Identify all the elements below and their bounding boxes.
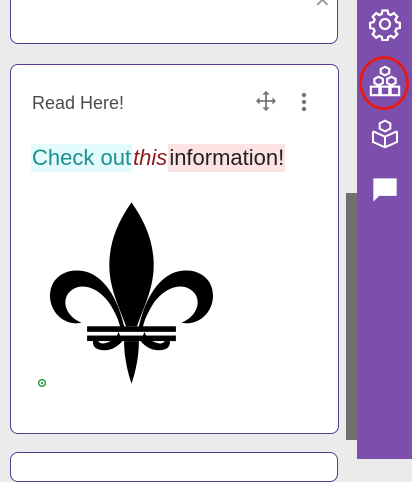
sidebar-item-settings[interactable]	[357, 0, 412, 48]
card-title: Read Here!	[32, 93, 125, 113]
workspace-canvas: ✕ Read Here! Check outthisinformation!	[0, 0, 357, 482]
text-highlight-cyan: Check out	[31, 144, 133, 172]
move-icon[interactable]	[255, 90, 277, 112]
card-previous[interactable]	[10, 0, 338, 44]
close-icon[interactable]: ✕	[314, 0, 331, 11]
refresh-icon[interactable]	[33, 378, 51, 388]
text-italic: this	[133, 145, 168, 170]
scrollbar[interactable]	[346, 193, 357, 440]
rich-text: Check outthisinformation!	[31, 144, 286, 172]
gear-icon	[368, 9, 401, 41]
fleur-de-lis-image	[49, 202, 214, 384]
content-card[interactable]: Read Here! Check outthisinformation!	[10, 64, 339, 434]
more-options-icon[interactable]	[297, 92, 311, 112]
sidebar-item-comments[interactable]	[357, 166, 412, 214]
sidebar-item-package[interactable]	[357, 110, 412, 158]
text-highlight-red: information!	[168, 144, 286, 172]
comment-icon	[372, 178, 397, 202]
package-icon	[371, 119, 398, 149]
card-next[interactable]	[10, 452, 338, 482]
selection-highlight-ring	[359, 56, 409, 110]
